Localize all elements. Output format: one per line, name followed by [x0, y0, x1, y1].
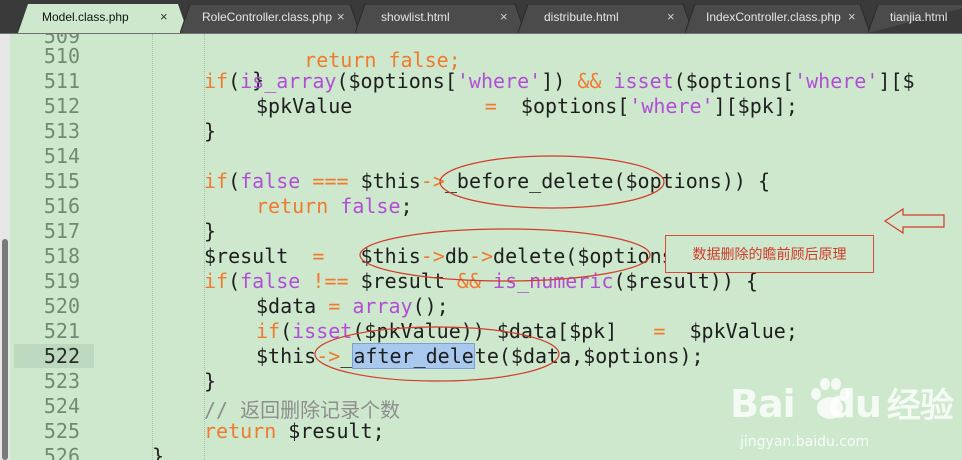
close-icon[interactable]: × — [667, 9, 675, 24]
arrow-left-icon — [883, 207, 945, 235]
tab-tianjia[interactable]: tianjia.html — [868, 4, 962, 33]
tab-showlist[interactable]: showlist.html × — [355, 4, 525, 33]
close-icon[interactable]: × — [848, 9, 856, 24]
annotation-note: 数据删除的瞻前顾后原理 — [665, 235, 874, 273]
tab-model-class-php[interactable]: Model.class.php × — [18, 4, 188, 33]
tab-label: IndexController.class.php — [706, 10, 841, 24]
watermark-url: jingyan.baidu.com — [740, 434, 870, 450]
watermark-brand: 经验 — [886, 386, 954, 426]
close-icon[interactable]: × — [160, 9, 168, 24]
annotation-ellipse-after-delete — [314, 326, 560, 382]
tab-distribute[interactable]: distribute.html × — [518, 4, 693, 33]
paw-icon — [811, 378, 850, 419]
tab-label: Model.class.php — [42, 10, 129, 24]
tab-rolecontroller[interactable]: RoleController.class.php × — [180, 4, 360, 33]
annotation-ellipse-db-delete — [359, 228, 651, 282]
close-icon[interactable]: × — [337, 9, 345, 24]
tab-label: distribute.html — [544, 10, 619, 24]
tab-label: showlist.html — [381, 10, 450, 24]
watermark-brand: Bai — [730, 382, 796, 426]
tab-indexcontroller[interactable]: IndexController.class.php × — [685, 4, 870, 33]
tab-label: tianjia.html — [890, 10, 948, 24]
annotation-ellipse-before-delete — [439, 155, 665, 209]
baidu-jingyan-watermark: Bai du 经验 jingyan.baidu.com — [730, 372, 960, 460]
close-icon[interactable]: × — [500, 9, 508, 24]
tab-label: RoleController.class.php — [202, 10, 333, 24]
tab-bar: Model.class.php × RoleController.class.p… — [0, 0, 962, 34]
